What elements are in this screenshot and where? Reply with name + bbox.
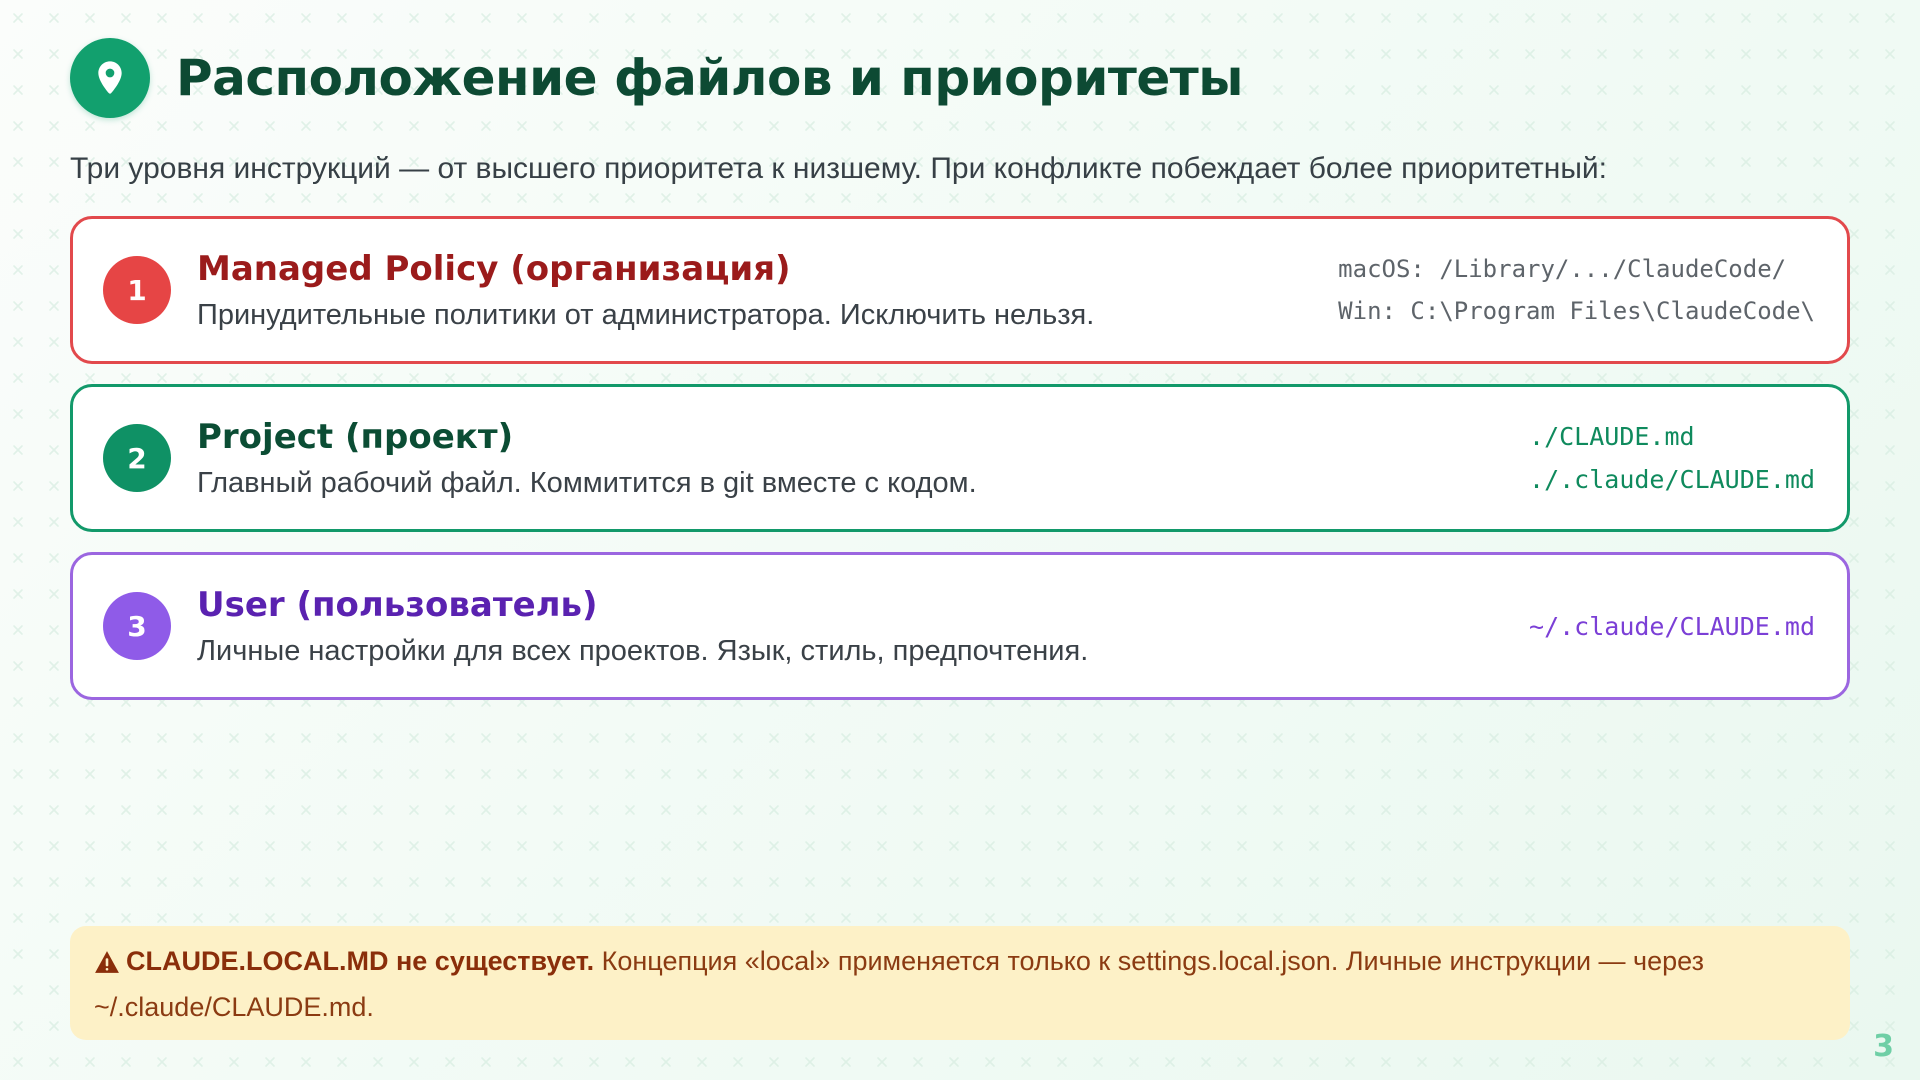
warning-strong-text: CLAUDE.LOCAL.MD не существует. [126,946,595,976]
slide: Расположение файлов и приоритеты Три уро… [0,0,1920,1080]
level-title: User (пользователь) [197,584,598,625]
level-card-user: 3 User (пользователь) Личные настройки д… [70,552,1850,700]
page-subtitle: Три уровня инструкций — от высшего приор… [70,152,1608,185]
level-paths: ~/.claude/CLAUDE.md [1529,612,1815,641]
level-text: Managed Policy (организация) Принудитель… [197,249,1338,332]
level-paths: macOS: /Library/.../ClaudeCode/ Win: C:\… [1338,255,1815,325]
level-number-badge: 2 [103,424,171,492]
map-pin-icon [70,38,150,118]
level-paths: ./CLAUDE.md ./.claude/CLAUDE.md [1529,422,1815,494]
level-description: Принудительные политики от администратор… [197,298,1095,331]
level-description: Личные настройки для всех проектов. Язык… [197,634,1089,667]
level-number-badge: 1 [103,256,171,324]
level-text: User (пользователь) Личные настройки для… [197,585,1529,668]
level-card-managed-policy: 1 Managed Policy (организация) Принудите… [70,216,1850,364]
level-path: Win: C:\Program Files\ClaudeCode\ [1338,297,1815,325]
slide-header: Расположение файлов и приоритеты [70,38,1243,118]
warning-triangle-icon [94,944,120,986]
level-path: macOS: /Library/.../ClaudeCode/ [1338,255,1787,283]
level-path: ~/.claude/CLAUDE.md [1529,611,1815,641]
warning-callout: CLAUDE.LOCAL.MD не существует. Концепция… [70,926,1850,1040]
level-number-badge: 3 [103,592,171,660]
level-path: ./CLAUDE.md [1529,422,1695,451]
level-title: Project (проект) [197,416,514,457]
level-description: Главный рабочий файл. Коммитится в git в… [197,466,977,499]
level-path: ./.claude/CLAUDE.md [1529,465,1815,494]
priority-levels-list: 1 Managed Policy (организация) Принудите… [70,216,1850,700]
level-card-project: 2 Project (проект) Главный рабочий файл.… [70,384,1850,532]
level-text: Project (проект) Главный рабочий файл. К… [197,417,1529,500]
page-number: 3 [1873,1029,1894,1064]
page-title: Расположение файлов и приоритеты [176,49,1243,107]
level-title: Managed Policy (организация) [197,248,791,289]
